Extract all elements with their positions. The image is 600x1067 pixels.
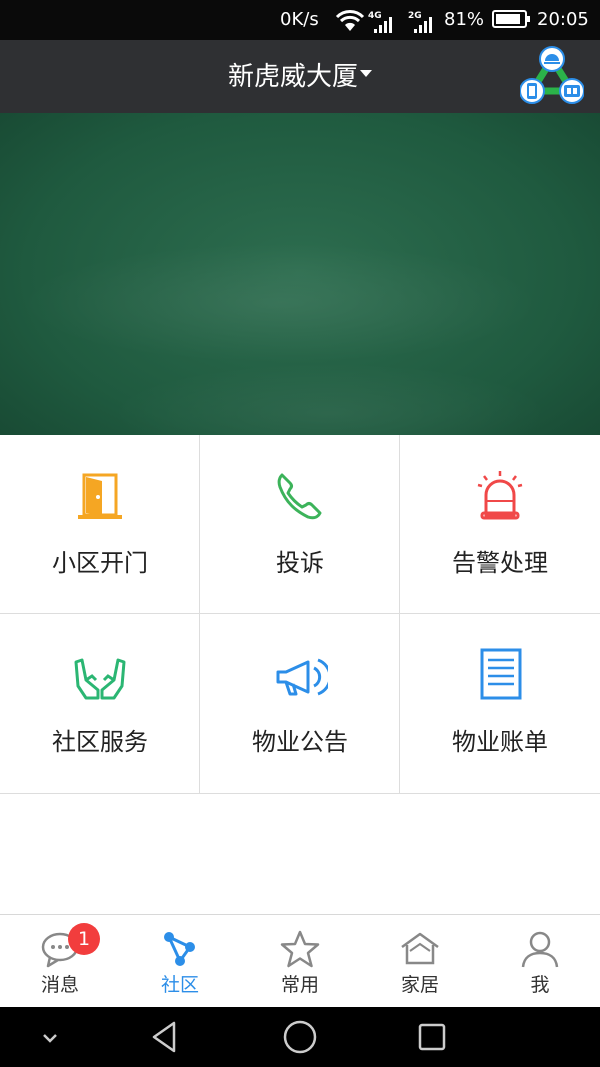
service-door-open[interactable]: 小区开门	[0, 435, 200, 614]
service-label: 物业公告	[252, 728, 348, 756]
nav-label: 家居	[400, 974, 439, 996]
system-nav-bar	[0, 1007, 600, 1067]
door-icon	[72, 467, 128, 523]
app-header: 新虎威大厦	[0, 40, 600, 113]
back-icon[interactable]	[148, 1019, 184, 1055]
battery-percent: 81%	[444, 9, 485, 30]
nav-label: 常用	[280, 974, 319, 996]
nav-item-favorites[interactable]: 常用	[240, 915, 360, 1008]
service-notice[interactable]: 物业公告	[200, 614, 400, 793]
signal-2g-icon: 2G	[408, 9, 438, 33]
service-complaint[interactable]: 投诉	[200, 435, 400, 614]
smart-home-network-logo[interactable]	[519, 45, 585, 107]
phone-icon	[272, 467, 328, 523]
community-selector[interactable]: 新虎威大厦	[0, 60, 600, 94]
net-4g-label: 4G	[368, 11, 382, 21]
nav-item-community[interactable]: 社区	[120, 915, 240, 1008]
unread-badge: 1	[68, 923, 100, 955]
service-bill[interactable]: 物业账单	[400, 614, 600, 793]
battery-icon	[492, 9, 532, 31]
recents-icon[interactable]	[414, 1019, 450, 1055]
chalkboard-banner[interactable]	[0, 113, 600, 435]
caret-down-icon	[360, 70, 372, 77]
nav-item-messages[interactable]: 1 消息	[0, 915, 120, 1008]
wifi-icon	[335, 9, 365, 31]
service-alarm[interactable]: 告警处理	[400, 435, 600, 614]
nav-item-me[interactable]: 我	[480, 915, 600, 1008]
nav-label: 社区	[160, 974, 199, 996]
nav-item-home[interactable]: 家居	[360, 915, 480, 1008]
nav-label: 我	[530, 974, 550, 996]
service-label: 社区服务	[52, 728, 148, 756]
home-icon	[400, 929, 440, 969]
bottom-nav: 1 消息 社区 常用 家居 我	[0, 914, 600, 1007]
clock: 20:05	[537, 9, 589, 30]
service-label: 小区开门	[52, 549, 148, 577]
star-icon	[280, 929, 320, 969]
megaphone-icon	[272, 646, 332, 702]
nav-label: 消息	[40, 974, 79, 996]
chevron-down-icon[interactable]	[32, 1019, 68, 1055]
service-grid: 小区开门 投诉 告警处理 社区服务 物业公告 物业账单	[0, 435, 600, 794]
service-label: 投诉	[276, 549, 324, 577]
signal-4g-icon: 4G	[368, 9, 398, 33]
service-community[interactable]: 社区服务	[0, 614, 200, 793]
user-icon	[520, 929, 560, 969]
community-name: 新虎威大厦	[227, 62, 358, 92]
alarm-light-icon	[472, 467, 528, 523]
service-label: 告警处理	[452, 549, 548, 577]
community-icon	[160, 929, 200, 969]
service-label: 物业账单	[452, 728, 548, 756]
home-circle-icon[interactable]	[282, 1019, 318, 1055]
network-speed: 0K/s	[280, 9, 319, 30]
bill-list-icon	[472, 646, 528, 702]
hands-icon	[72, 646, 128, 702]
net-2g-label: 2G	[408, 11, 422, 21]
status-bar: 0K/s 4G 2G 81% 20:05	[0, 0, 600, 40]
